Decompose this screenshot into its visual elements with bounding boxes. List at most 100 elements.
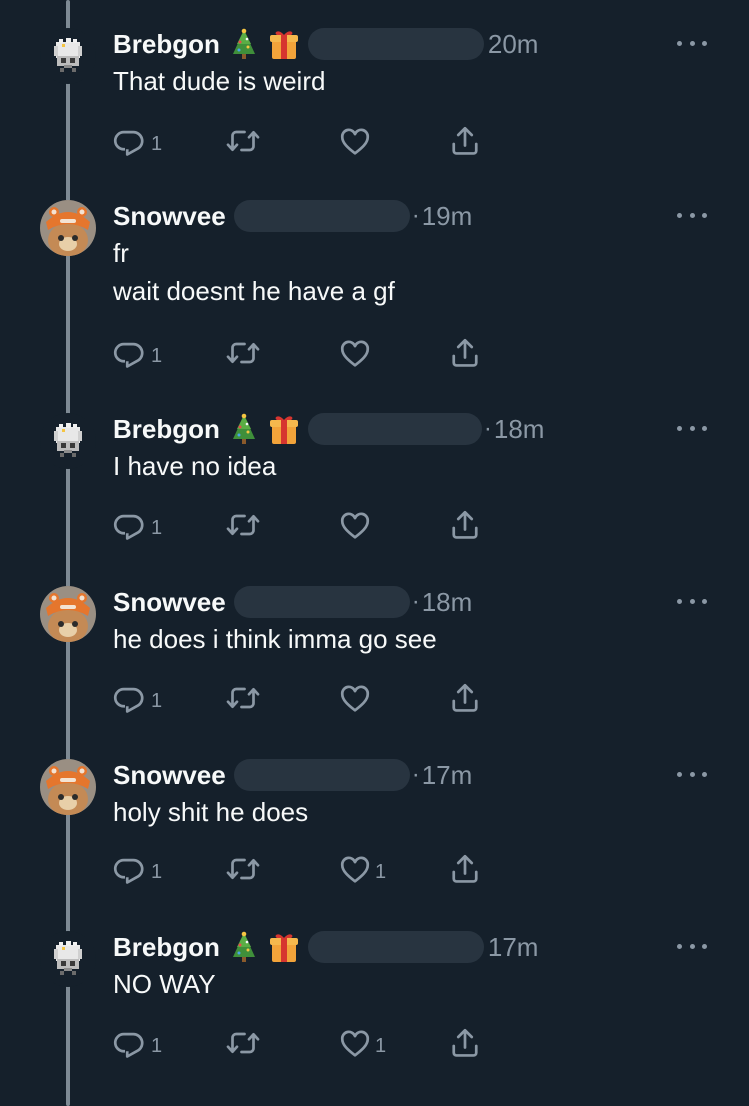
retweet-button[interactable] xyxy=(225,680,263,716)
reply-icon xyxy=(113,680,149,716)
timestamp[interactable]: 17m xyxy=(422,760,473,791)
pixel-creature-avatar[interactable] xyxy=(40,931,96,987)
christmas-tree-emoji xyxy=(228,930,260,964)
redacted-handle xyxy=(307,931,484,963)
share-icon xyxy=(447,335,483,371)
retweet-button[interactable] xyxy=(225,1025,263,1061)
like-button[interactable] xyxy=(337,680,375,716)
retweet-icon xyxy=(225,680,261,716)
tweet[interactable]: Snowvee · 18m he does i think imma go see 1 xyxy=(0,558,749,731)
like-button[interactable] xyxy=(337,335,375,371)
timestamp[interactable]: 18m xyxy=(494,414,545,445)
tweet-text: I have no idea xyxy=(113,447,276,485)
more-icon[interactable] xyxy=(677,941,707,951)
reply-count: 1 xyxy=(151,1034,163,1057)
redacted-handle xyxy=(307,413,482,445)
reply-count: 1 xyxy=(151,860,163,883)
tweet-header: Brebgon 17m xyxy=(113,929,538,965)
share-button[interactable] xyxy=(447,1025,483,1061)
share-button[interactable] xyxy=(447,851,483,887)
retweet-icon xyxy=(225,123,261,159)
tweet-text-line: wait doesnt he have a gf xyxy=(113,276,395,306)
tweet-actions: 1 xyxy=(113,680,513,720)
reply-icon xyxy=(113,335,149,371)
retweet-icon xyxy=(225,335,261,371)
display-name[interactable]: Brebgon xyxy=(113,29,220,60)
share-icon xyxy=(447,507,483,543)
tweet-text-line: fr xyxy=(113,238,129,268)
share-button[interactable] xyxy=(447,507,483,543)
reply-button[interactable]: 1 xyxy=(113,1025,162,1061)
tweet[interactable]: Brebgon · 18m I have no idea 1 xyxy=(0,385,749,558)
display-name[interactable]: Snowvee xyxy=(113,587,226,618)
like-button[interactable] xyxy=(337,123,375,159)
tweet-text: That dude is weird xyxy=(113,62,325,100)
heart-icon xyxy=(337,680,373,716)
display-name[interactable]: Brebgon xyxy=(113,932,220,963)
separator-dot: · xyxy=(411,588,420,615)
more-icon[interactable] xyxy=(677,769,707,779)
more-icon[interactable] xyxy=(677,596,707,606)
retweet-button[interactable] xyxy=(225,507,263,543)
heart-icon xyxy=(337,1025,373,1061)
tweet[interactable]: Brebgon 17m NO WAY 1 1 xyxy=(0,903,749,1076)
share-button[interactable] xyxy=(447,123,483,159)
like-count: 1 xyxy=(375,860,387,883)
retweet-button[interactable] xyxy=(225,123,263,159)
reply-button[interactable]: 1 xyxy=(113,851,162,887)
reply-button[interactable]: 1 xyxy=(113,123,162,159)
share-button[interactable] xyxy=(447,335,483,371)
timestamp[interactable]: 19m xyxy=(422,201,473,232)
tweet[interactable]: Snowvee · 17m holy shit he does 1 1 xyxy=(0,731,749,904)
display-name[interactable]: Brebgon xyxy=(113,414,220,445)
tweet-header: Snowvee · 17m xyxy=(113,757,472,793)
gift-emoji xyxy=(268,27,300,61)
heart-icon xyxy=(337,851,373,887)
timestamp[interactable]: 17m xyxy=(488,932,539,963)
reply-count: 1 xyxy=(151,344,163,367)
reply-count: 1 xyxy=(151,132,163,155)
share-icon xyxy=(447,680,483,716)
tweet-header: Snowvee · 18m xyxy=(113,584,472,620)
more-icon[interactable] xyxy=(677,210,707,220)
tweet-text-line: That dude is weird xyxy=(113,66,326,96)
reply-button[interactable]: 1 xyxy=(113,335,162,371)
pixel-creature-avatar[interactable] xyxy=(40,28,96,84)
tweet-header: Snowvee · 19m xyxy=(113,198,472,234)
display-name[interactable]: Snowvee xyxy=(113,760,226,791)
share-icon xyxy=(447,851,483,887)
timestamp[interactable]: 18m xyxy=(422,587,473,618)
reply-button[interactable]: 1 xyxy=(113,507,162,543)
heart-icon xyxy=(337,123,373,159)
tweet-text: he does i think imma go see xyxy=(113,620,437,658)
like-button[interactable]: 1 xyxy=(337,851,386,887)
reply-button[interactable]: 1 xyxy=(113,680,162,716)
share-icon xyxy=(447,123,483,159)
separator-dot: · xyxy=(411,202,420,229)
like-button[interactable] xyxy=(337,507,375,543)
tweet[interactable]: Brebgon 20m That dude is weird 1 xyxy=(0,0,749,173)
tweet-text-line: I have no idea xyxy=(113,451,277,481)
tweet-header: Brebgon 20m xyxy=(113,26,538,62)
heart-icon xyxy=(337,335,373,371)
cat-in-hat-avatar[interactable] xyxy=(40,200,96,256)
reply-icon xyxy=(113,123,149,159)
more-icon[interactable] xyxy=(677,423,707,433)
tweet[interactable]: Snowvee · 19m fr wait doesnt he have a gf 1 xyxy=(0,172,749,368)
redacted-handle xyxy=(233,200,410,232)
retweet-button[interactable] xyxy=(225,335,263,371)
separator-dot: · xyxy=(483,415,492,442)
share-button[interactable] xyxy=(447,680,483,716)
retweet-button[interactable] xyxy=(225,851,263,887)
reply-count: 1 xyxy=(151,689,163,712)
tweet-text-line: NO WAY xyxy=(113,969,216,999)
cat-in-hat-avatar[interactable] xyxy=(40,586,96,642)
pixel-creature-avatar[interactable] xyxy=(40,413,96,469)
more-icon[interactable] xyxy=(677,38,707,48)
cat-in-hat-avatar[interactable] xyxy=(40,759,96,815)
tweet-actions: 1 xyxy=(113,123,513,163)
retweet-icon xyxy=(225,851,261,887)
display-name[interactable]: Snowvee xyxy=(113,201,226,232)
timestamp[interactable]: 20m xyxy=(488,29,539,60)
like-button[interactable]: 1 xyxy=(337,1025,386,1061)
